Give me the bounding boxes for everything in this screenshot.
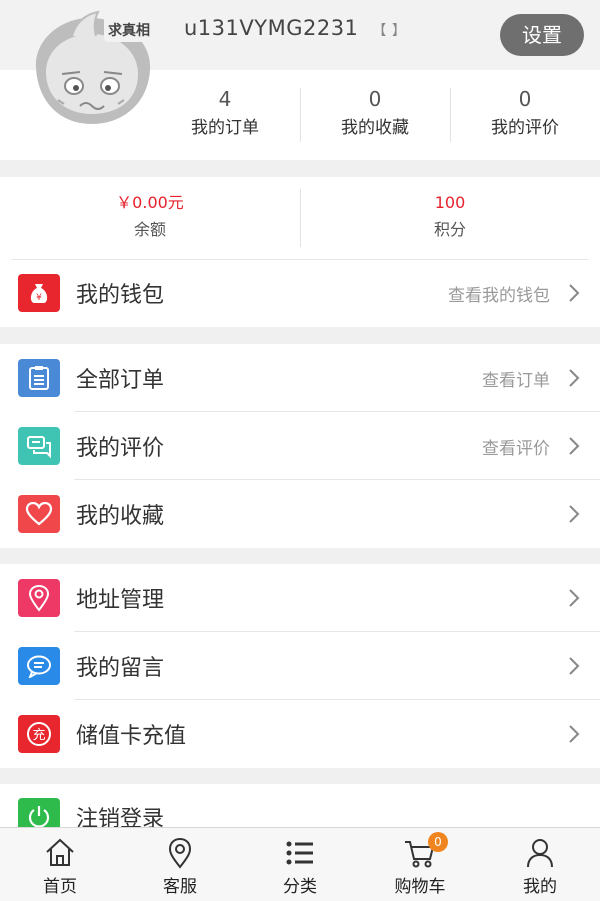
menu-item-messages[interactable]: 我的留言 (0, 632, 600, 700)
menu-item-label: 储值卡充值 (76, 724, 187, 749)
stat-label: 我的评价 (491, 118, 559, 138)
svg-text:¥: ¥ (36, 293, 42, 303)
chevron-right-icon (569, 284, 580, 302)
chevron-right-icon (569, 657, 580, 675)
tab-label: 分类 (283, 877, 317, 897)
tab-cart[interactable]: 0 购物车 (360, 828, 480, 901)
stat-count: 0 (518, 87, 532, 111)
tab-label: 我的 (523, 877, 557, 897)
clipboard-icon (18, 359, 60, 397)
menu-item-hint: 查看评价 (482, 438, 550, 459)
heart-icon (18, 495, 60, 533)
stats-row: 4 我的订单 0 我的收藏 0 我的评价 (150, 84, 600, 146)
balance-value: ￥0.00元 (116, 193, 184, 212)
tab-mine[interactable]: 我的 (480, 828, 600, 901)
username-text: u131VYMG2231 (184, 16, 359, 40)
stat-label: 我的订单 (191, 118, 259, 138)
tab-category[interactable]: 分类 (240, 828, 360, 901)
stat-count: 0 (368, 87, 382, 111)
settings-button[interactable]: 设置 (500, 14, 584, 56)
stat-orders[interactable]: 4 我的订单 (150, 84, 300, 146)
tab-label: 首页 (43, 877, 77, 897)
tab-home[interactable]: 首页 (0, 828, 120, 901)
orders-card: 全部订单 查看订单 我的评价 查看评价 我的收藏 (0, 344, 600, 548)
bottom-tab-bar: 首页 客服 分类 0 购物车 我的 (0, 827, 600, 901)
points-label: 积分 (433, 220, 466, 239)
cart-badge: 0 (428, 832, 448, 852)
chevron-right-icon (569, 505, 580, 523)
profile-header: 求真相 u131VYMG2231 【 】 设置 4 我的订单 0 我的收藏 0 我… (0, 0, 600, 160)
points-item[interactable]: 100 积分 (300, 177, 600, 259)
balance-item[interactable]: ￥0.00元 余额 (0, 177, 300, 259)
settings-card: 地址管理 我的留言 充 储值卡充值 (0, 564, 600, 768)
message-icon (18, 647, 60, 685)
menu-item-wallet[interactable]: ¥ 我的钱包 查看我的钱包 (0, 259, 600, 327)
stat-favorites[interactable]: 0 我的收藏 (300, 84, 450, 146)
tab-service[interactable]: 客服 (120, 828, 240, 901)
stat-reviews[interactable]: 0 我的评价 (450, 84, 600, 146)
tab-label: 客服 (163, 877, 197, 897)
wallet-card: ￥0.00元 余额 100 积分 ¥ 我的钱包 查看我的钱包 (0, 177, 600, 327)
chevron-right-icon (569, 589, 580, 607)
stat-count: 4 (218, 87, 232, 111)
menu-item-my-reviews[interactable]: 我的评价 查看评价 (0, 412, 600, 480)
recharge-icon: 充 (18, 715, 60, 753)
user-icon (527, 839, 553, 868)
menu-item-address[interactable]: 地址管理 (0, 564, 600, 632)
money-bag-icon: ¥ (18, 274, 60, 312)
menu-item-label: 我的评价 (76, 436, 165, 461)
tab-label: 购物车 (394, 877, 446, 897)
menu-item-label: 我的钱包 (76, 283, 165, 308)
balance-label: 余额 (133, 220, 166, 239)
location-pin-icon (18, 579, 60, 617)
menu-item-label: 地址管理 (76, 588, 165, 613)
menu-item-label: 我的收藏 (76, 504, 165, 529)
list-icon (286, 841, 313, 865)
menu-item-all-orders[interactable]: 全部订单 查看订单 (0, 344, 600, 412)
chevron-right-icon (569, 725, 580, 743)
avatar-sticker-text: 求真相 (108, 22, 150, 39)
avatar[interactable]: 求真相 (24, 8, 160, 130)
menu-item-hint: 查看我的钱包 (448, 285, 550, 306)
home-icon (46, 838, 74, 866)
chevron-right-icon (569, 369, 580, 387)
username: u131VYMG2231 【 】 (184, 16, 406, 40)
points-value: 100 (434, 193, 466, 212)
menu-item-label: 全部订单 (76, 368, 165, 393)
stat-label: 我的收藏 (341, 118, 409, 138)
recharge-icon-text: 充 (32, 727, 45, 743)
menu-item-label: 我的留言 (76, 656, 165, 681)
chevron-right-icon (569, 437, 580, 455)
balance-row: ￥0.00元 余额 100 积分 (0, 177, 600, 259)
menu-item-recharge[interactable]: 充 储值卡充值 (0, 700, 600, 768)
user-level-badge: 【 】 (372, 23, 407, 39)
menu-item-hint: 查看订单 (482, 370, 550, 391)
menu-item-my-favorites[interactable]: 我的收藏 (0, 480, 600, 548)
chat-bubbles-icon (18, 427, 60, 465)
location-icon (168, 837, 192, 869)
